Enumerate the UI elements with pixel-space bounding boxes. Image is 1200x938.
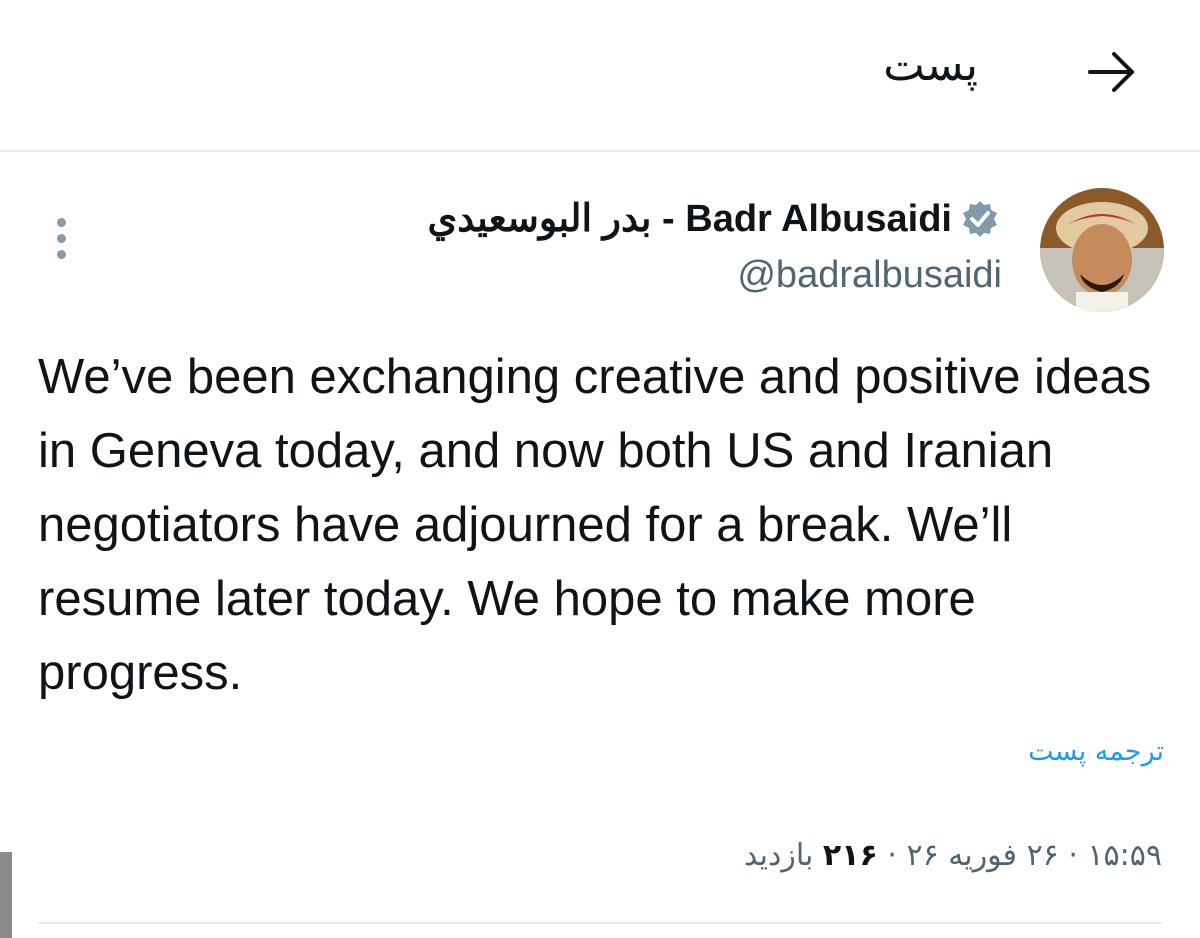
verified-badge-icon [960,199,1000,239]
divider [38,922,1162,924]
author-name-row[interactable]: Badr Albusaidi - بدر البوسعيدي [427,196,1000,241]
display-name: Badr Albusaidi - بدر البوسعيدي [427,198,952,240]
tweet-time[interactable]: ۱۵:۵۹ [1087,838,1162,873]
tweet-meta: ۱۵:۵۹ · ۲۶ فوریه ۲۶ · ۲۱۶ بازدید [744,838,1162,873]
top-bar: پست [0,0,1200,152]
scrollbar[interactable] [0,852,12,938]
tweet-text: We’ve been exchanging creative and posit… [38,350,1152,700]
page-title: پست [883,40,978,91]
avatar[interactable] [1040,188,1164,312]
tweet-date[interactable]: ۲۶ فوریه ۲۶ [906,838,1058,873]
more-vertical-icon[interactable] [50,214,74,264]
separator: · [1068,838,1078,873]
user-handle[interactable]: @badralbusaidi [737,254,1002,297]
views-label: بازدید [743,838,814,873]
translate-post-link[interactable]: ترجمه پست [1028,736,1164,767]
separator: · [887,838,897,873]
views-count: ۲۱۶ [822,838,878,873]
arrow-right-icon[interactable] [1080,44,1144,100]
